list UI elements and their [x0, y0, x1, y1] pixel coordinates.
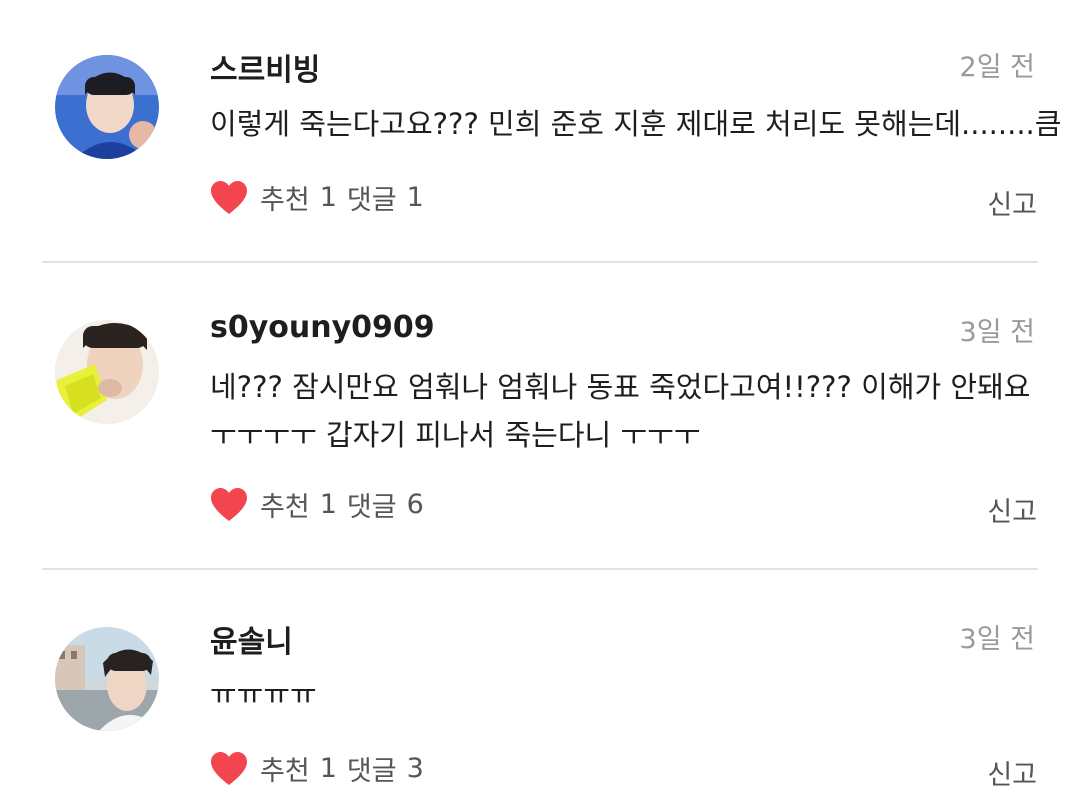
like-count: 1 — [319, 182, 337, 213]
comment-text-line: 네??? 잠시만요 엄훠나 엄훠나 동표 죽었다고여!!??? 이해가 안돼요 — [210, 370, 1031, 404]
comment-actions: 추천 1 댓글 6 — [210, 485, 424, 524]
reply-label[interactable]: 댓글 — [347, 485, 397, 524]
comment-text-line: 이렇게 죽는다고요??? 민희 준호 지훈 제대로 처리도 못해는데......… — [210, 107, 1062, 141]
comment-username[interactable]: 스르비빙 — [210, 45, 320, 89]
like-label[interactable]: 추천 — [260, 749, 310, 788]
comment-text: ㅠㅠㅠㅠ — [210, 670, 317, 718]
heart-icon[interactable] — [210, 487, 248, 523]
comment-text-line: ㅜㅜㅜㅜ 갑자기 피나서 죽는다니 ㅜㅜㅜ — [210, 418, 701, 452]
comment-text: 네??? 잠시만요 엄훠나 엄훠나 동표 죽었다고여!!??? 이해가 안돼요 … — [210, 363, 1030, 459]
reply-label[interactable]: 댓글 — [347, 178, 397, 217]
like-count: 1 — [319, 753, 337, 784]
comment-text: 이렇게 죽는다고요??? 민희 준호 지훈 제대로 처리도 못해는데......… — [210, 100, 1061, 148]
comment-text-line: ㅠㅠㅠㅠ — [210, 677, 317, 711]
heart-icon[interactable] — [210, 180, 248, 216]
user-avatar[interactable] — [55, 627, 159, 731]
comment-timestamp: 3일 전 — [959, 317, 1035, 348]
comment-actions: 추천 1 댓글 3 — [210, 749, 424, 788]
heart-icon[interactable] — [210, 751, 248, 787]
report-button[interactable]: 신고 — [987, 753, 1037, 792]
like-label[interactable]: 추천 — [260, 485, 310, 524]
comment-actions: 추천 1 댓글 1 — [210, 178, 424, 217]
like-count: 1 — [319, 489, 337, 520]
comment-username[interactable]: 윤솔니 — [210, 617, 293, 661]
comment-timestamp: 3일 전 — [959, 624, 1035, 655]
comment-divider — [42, 568, 1038, 570]
reply-count: 1 — [406, 182, 424, 213]
report-button[interactable]: 신고 — [987, 490, 1037, 529]
reply-count: 6 — [406, 489, 424, 520]
like-label[interactable]: 추천 — [260, 178, 310, 217]
comment-divider — [42, 261, 1038, 263]
reply-label[interactable]: 댓글 — [347, 749, 397, 788]
user-avatar[interactable] — [55, 320, 159, 424]
report-button[interactable]: 신고 — [987, 183, 1037, 222]
user-avatar[interactable] — [55, 55, 159, 159]
reply-count: 3 — [406, 753, 424, 784]
comment-username[interactable]: s0youny0909 — [210, 310, 435, 345]
comment-timestamp: 2일 전 — [959, 52, 1035, 83]
